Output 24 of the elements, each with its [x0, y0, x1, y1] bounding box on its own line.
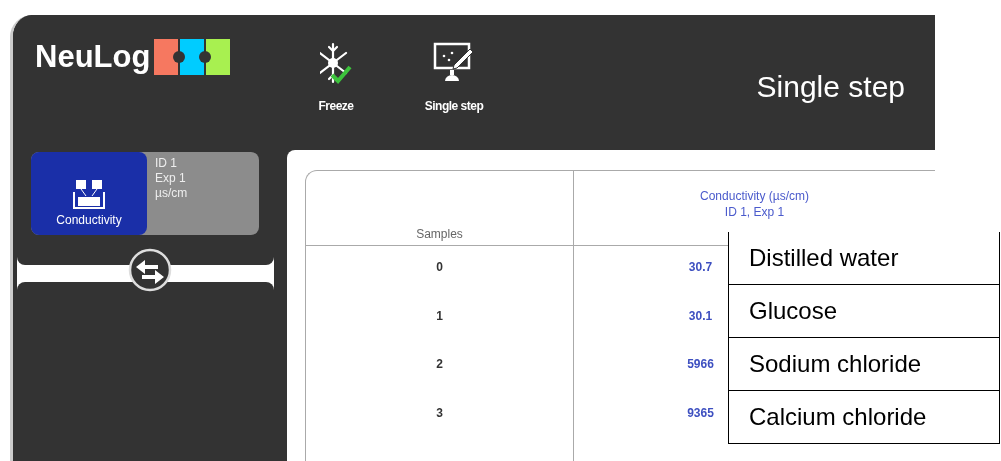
- sensor-module-button[interactable]: Conductivity ID 1 Exp 1 µs/cm: [31, 152, 259, 235]
- annotation-label: Glucose: [728, 285, 1000, 338]
- value-cell-text: 30.7: [688, 260, 713, 276]
- column-header: ID 1, Exp 1: [724, 204, 785, 220]
- app-logo-text: NeuLog: [35, 39, 151, 75]
- value-cell-text: 30.1: [688, 308, 713, 325]
- value-cell-text: 9365: [687, 405, 714, 422]
- column-header: Conductivity (µs/cm): [700, 188, 809, 204]
- sample-cell-text: 2: [436, 357, 443, 373]
- sensor-probe-icon: [72, 180, 106, 210]
- annotation-label: Sodium chloride: [728, 338, 1000, 391]
- sample-cell-text: 1: [436, 308, 443, 325]
- sample-cell-text: 0: [436, 260, 443, 276]
- annotation-label: Distilled water: [728, 232, 1000, 285]
- freeze-button[interactable]: Freeze: [295, 41, 377, 113]
- annotation-label: Calcium chloride: [728, 391, 1000, 444]
- single-step-button[interactable]: Single step: [413, 41, 495, 113]
- snowflake-check-icon: [320, 41, 352, 85]
- column-header: Samples: [416, 227, 463, 241]
- swap-arrows-icon[interactable]: [128, 248, 172, 292]
- mode-title: Single step: [756, 70, 905, 104]
- sample-cell-text: 3: [436, 405, 443, 422]
- value-cell-text: 5966: [687, 357, 714, 373]
- logo-icon: [154, 39, 231, 75]
